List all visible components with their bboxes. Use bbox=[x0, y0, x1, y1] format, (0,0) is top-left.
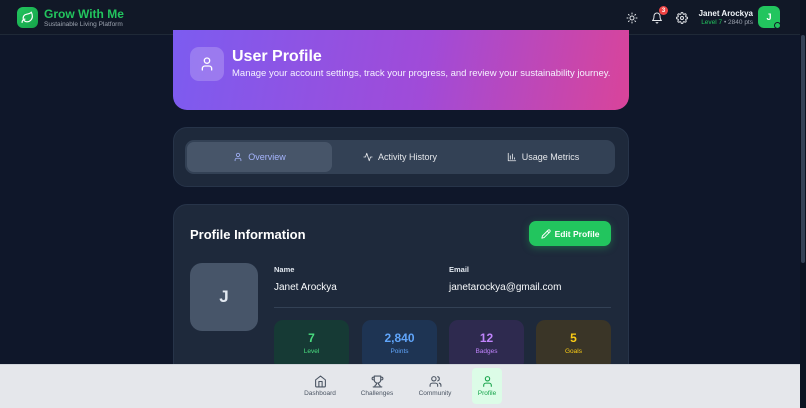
nav-profile[interactable]: Profile bbox=[472, 368, 502, 404]
edit-profile-button[interactable]: Edit Profile bbox=[529, 221, 611, 246]
home-icon bbox=[314, 375, 326, 388]
nav-community[interactable]: Community bbox=[414, 368, 456, 404]
nav-challenges[interactable]: Challenges bbox=[357, 368, 397, 404]
stat-card-points: 2,840 Points bbox=[362, 320, 437, 370]
stat-card-goals: 5 Goals bbox=[536, 320, 611, 370]
bar-chart-icon bbox=[507, 152, 516, 162]
stat-level-value: 7 bbox=[308, 331, 315, 345]
tab-activity-history-label: Activity History bbox=[377, 152, 437, 162]
tab-overview[interactable]: Overview bbox=[187, 142, 332, 172]
pencil-icon bbox=[540, 228, 551, 239]
user-icon bbox=[234, 152, 242, 162]
nav-challenges-label: Challenges bbox=[360, 390, 394, 397]
page-title: User Profile bbox=[232, 48, 322, 65]
sun-icon[interactable] bbox=[625, 11, 638, 24]
tab-usage-metrics[interactable]: Usage Metrics bbox=[472, 142, 614, 172]
stat-card-badges: 12 Badges bbox=[449, 320, 524, 370]
online-status-dot bbox=[774, 22, 781, 29]
bottom-navigation bbox=[0, 364, 800, 408]
app-title[interactable]: Grow With Me bbox=[44, 7, 124, 21]
tab-usage-metrics-label: Usage Metrics bbox=[521, 152, 580, 162]
users-icon bbox=[429, 376, 441, 387]
section-title: Profile Information bbox=[190, 227, 306, 242]
divider bbox=[274, 307, 611, 308]
user-icon bbox=[482, 376, 492, 387]
tab-overview-label: Overview bbox=[248, 152, 286, 162]
stat-goals-value: 5 bbox=[570, 331, 577, 345]
activity-icon bbox=[363, 152, 373, 162]
nav-profile-label: Profile bbox=[477, 390, 497, 397]
stat-goals-label: Goals bbox=[565, 348, 582, 355]
nav-dashboard[interactable]: Dashboard bbox=[300, 368, 340, 404]
app-subtitle: Sustainable Living Platform bbox=[44, 21, 123, 28]
nav-community-label: Community bbox=[418, 390, 452, 397]
name-value: Janet Arockya bbox=[274, 282, 337, 293]
header-user-level: Level 7 • 2840 pts bbox=[701, 19, 753, 26]
user-icon bbox=[190, 47, 224, 81]
gear-icon[interactable] bbox=[675, 11, 688, 24]
stat-badges-value: 12 bbox=[479, 331, 494, 345]
header-user-name[interactable]: Janet Arockya bbox=[699, 9, 753, 18]
profile-avatar[interactable]: J bbox=[190, 263, 258, 331]
scrollbar-thumb[interactable] bbox=[801, 35, 805, 263]
stat-badges-label: Badges bbox=[475, 348, 498, 355]
stat-points-label: Points bbox=[390, 348, 409, 355]
email-label: Email bbox=[449, 265, 470, 274]
user-points-text: • 2840 pts bbox=[723, 19, 753, 26]
email-value: janetarockya@gmail.com bbox=[449, 282, 562, 293]
stat-points-value: 2,840 bbox=[384, 331, 415, 345]
page-subtitle: Manage your account settings, track your… bbox=[232, 68, 611, 79]
leaf-logo-icon[interactable] bbox=[17, 7, 38, 28]
tab-activity-history[interactable]: Activity History bbox=[330, 142, 470, 172]
notification-badge: 3 bbox=[659, 6, 668, 15]
stat-card-level: 7 Level bbox=[274, 320, 349, 370]
nav-dashboard-label: Dashboard bbox=[304, 390, 336, 397]
trophy-icon bbox=[371, 375, 383, 388]
user-level-text: Level 7 bbox=[701, 19, 723, 26]
stat-level-label: Level bbox=[303, 348, 320, 355]
edit-profile-label: Edit Profile bbox=[554, 228, 600, 239]
name-label: Name bbox=[274, 265, 295, 274]
